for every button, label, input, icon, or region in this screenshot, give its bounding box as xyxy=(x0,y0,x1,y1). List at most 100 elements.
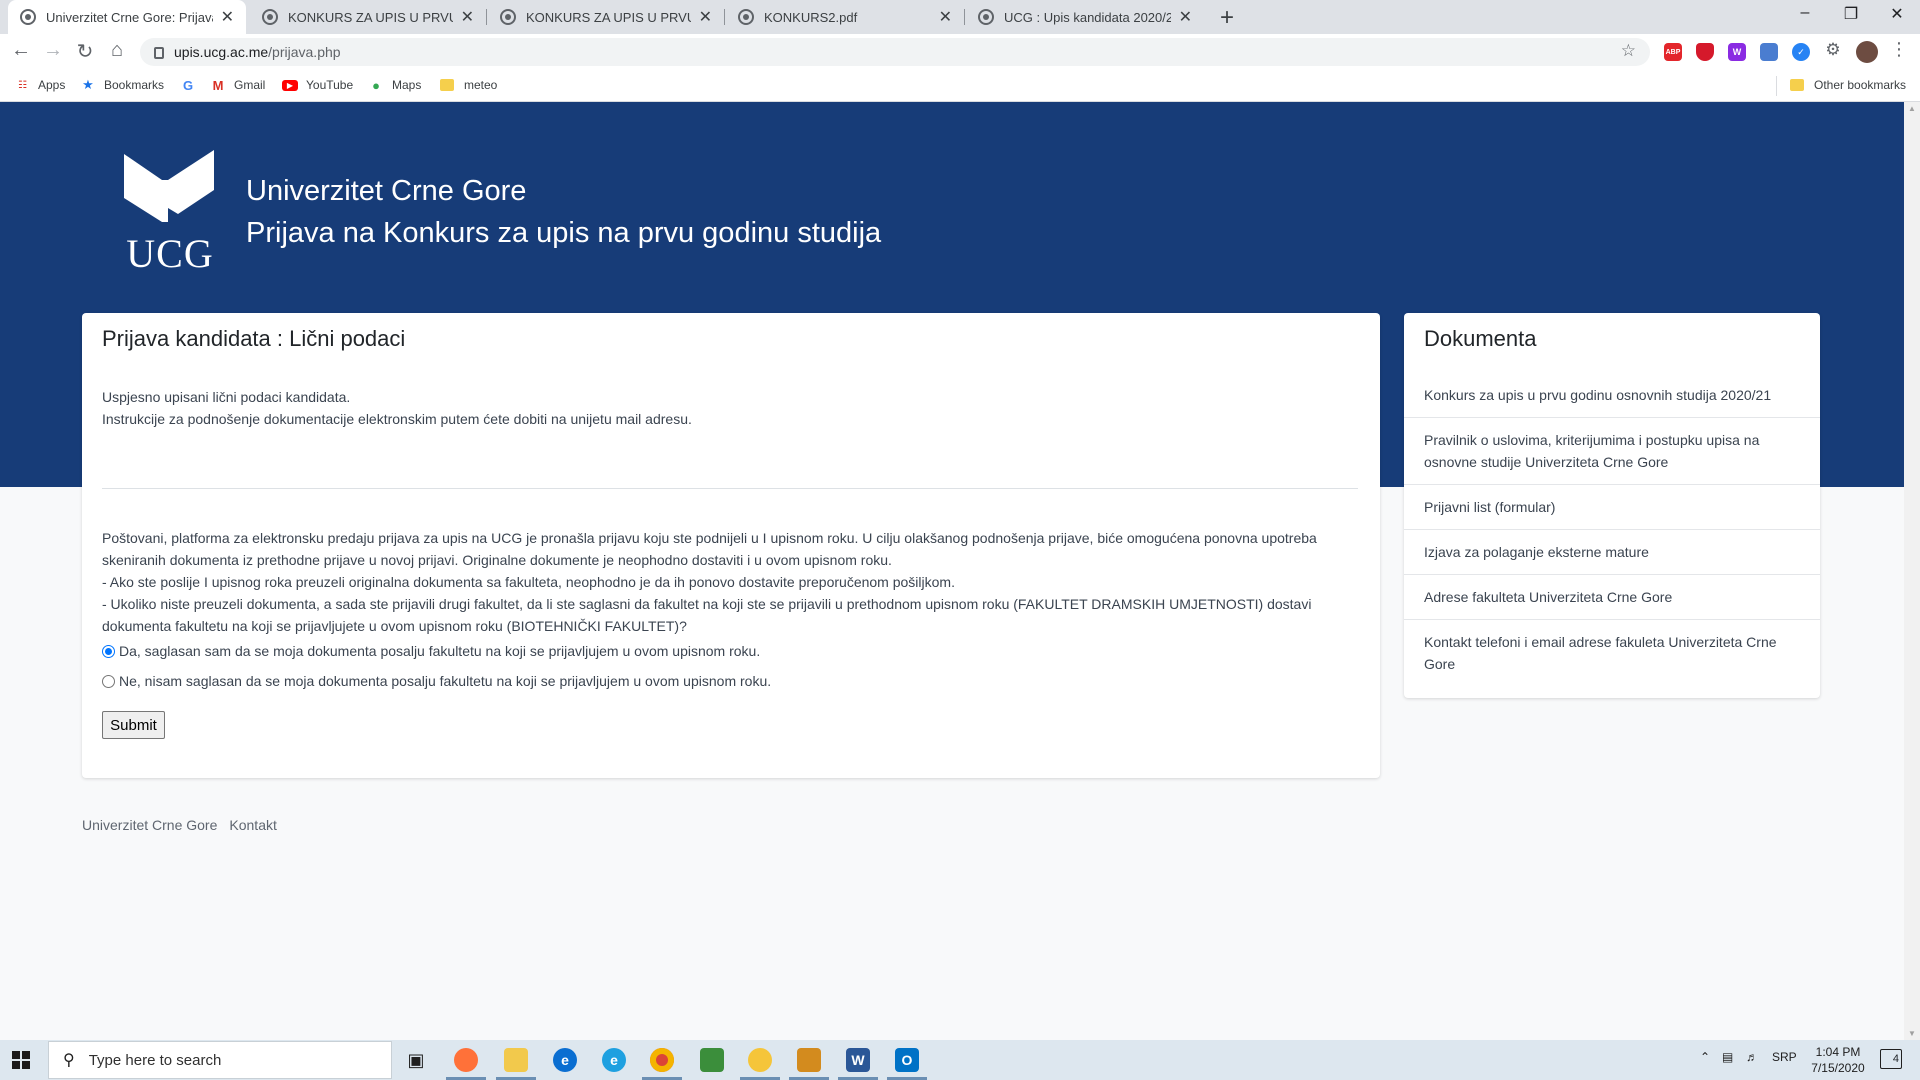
bookmark-maps[interactable]: ● Maps xyxy=(368,78,421,93)
taskbar-search[interactable]: ⚲ Type here to search xyxy=(48,1041,392,1079)
close-icon[interactable]: ✕ xyxy=(939,7,952,27)
tab-title: Univerzitet Crne Gore: Prijava na xyxy=(46,9,213,25)
notice-paragraph: - Ukoliko niste preuzeli dokumenta, a sa… xyxy=(102,596,1312,634)
consent-yes-label: Da, saglasan sam da se moja dokumenta po… xyxy=(119,643,761,659)
url-path: /prijava.php xyxy=(268,44,341,60)
extension-icon[interactable]: W xyxy=(1728,43,1746,61)
documents-list: Konkurs za upis u prvu godinu osnovnih s… xyxy=(1404,373,1820,686)
archive-app-icon[interactable] xyxy=(797,1048,821,1072)
tab-title: KONKURS2.pdf xyxy=(764,9,858,25)
success-message: Uspjesno upisani lični podaci kandidata.… xyxy=(102,386,692,430)
chevron-up-icon[interactable]: ⌃ xyxy=(1700,1050,1710,1064)
check-icon[interactable]: ✓ xyxy=(1792,43,1810,61)
tab[interactable]: KONKURS2.pdf ✕ xyxy=(726,0,964,34)
notice-paragraph: Poštovani, platforma za elektronsku pred… xyxy=(102,530,1317,568)
page-title: Univerzitet Crne Gore Prijava na Konkurs… xyxy=(246,170,881,254)
success-line-1: Uspjesno upisani lični podaci kandidata. xyxy=(102,389,351,405)
bookmark-apps[interactable]: ☷ Apps xyxy=(14,78,65,92)
tab[interactable]: KONKURS ZA UPIS U PRVU GOD ✕ xyxy=(488,0,724,34)
consent-no-radio[interactable] xyxy=(102,674,115,688)
consent-no-label: Ne, nisam saglasan da se moja dokumenta … xyxy=(119,673,772,689)
bookmark-google[interactable]: G xyxy=(180,77,204,93)
tab[interactable]: KONKURS ZA UPIS U PRVU GOD ✕ xyxy=(250,0,486,34)
folder-icon xyxy=(1790,79,1804,91)
bookmark-divider xyxy=(1776,76,1777,96)
document-link[interactable]: Adrese fakulteta Univerziteta Crne Gore xyxy=(1404,574,1820,619)
taskbar: ⚲ Type here to search ▣ e e W O ⌃ ▤ ♬ SR… xyxy=(0,1040,1920,1080)
document-link[interactable]: Konkurs za upis u prvu godinu osnovnih s… xyxy=(1404,373,1820,417)
bookmark-label: YouTube xyxy=(306,78,354,92)
firefox-icon[interactable] xyxy=(454,1048,478,1072)
youtube-icon: ▶ xyxy=(282,79,298,91)
consent-no-option[interactable]: Ne, nisam saglasan da se moja dokumenta … xyxy=(102,673,771,689)
address-bar[interactable]: upis.ucg.ac.me/prijava.php ☆ xyxy=(140,38,1650,66)
star-icon[interactable]: ☆ xyxy=(1621,41,1636,61)
maximize-button[interactable]: ❐ xyxy=(1828,4,1874,24)
bookmark-youtube[interactable]: ▶ YouTube xyxy=(282,78,353,92)
close-icon[interactable]: ✕ xyxy=(221,7,234,27)
avatar[interactable] xyxy=(1856,41,1878,63)
search-icon: ⚲ xyxy=(63,1052,75,1069)
task-view-icon[interactable]: ▣ xyxy=(404,1048,428,1072)
tab[interactable]: UCG : Upis kandidata 2020/2021 ✕ xyxy=(966,0,1204,34)
vertical-scrollbar[interactable]: ▲ ▼ xyxy=(1904,102,1920,1040)
submit-button[interactable]: Submit xyxy=(102,711,165,739)
bookmark-label: Gmail xyxy=(234,78,266,92)
close-icon[interactable]: ✕ xyxy=(1179,7,1192,27)
gmail-icon: M xyxy=(212,77,224,93)
internet-explorer-icon[interactable]: e xyxy=(602,1048,626,1072)
document-link[interactable]: Izjava za polaganje eksterne mature xyxy=(1404,529,1820,574)
translate-icon[interactable] xyxy=(1760,43,1778,61)
bookmark-gmail[interactable]: M Gmail xyxy=(210,77,266,93)
edge-icon[interactable]: e xyxy=(553,1048,577,1072)
extensions-puzzle-icon[interactable]: ⚙ xyxy=(1820,40,1846,60)
screen: Univerzitet Crne Gore: Prijava na ✕ KONK… xyxy=(0,0,1920,1080)
logo-text: UCG xyxy=(126,231,214,276)
other-bookmarks[interactable]: Other bookmarks xyxy=(1790,78,1906,92)
menu-icon[interactable]: ⋮ xyxy=(1890,39,1908,60)
document-link[interactable]: Kontakt telefoni i email adrese fakuleta… xyxy=(1404,619,1820,686)
browser-toolbar: ← → ↻ ⌂ upis.ucg.ac.me/prijava.php ☆ ABP… xyxy=(0,34,1920,70)
sticky-app-icon[interactable] xyxy=(748,1048,772,1072)
document-link[interactable]: Prijavni list (formular) xyxy=(1404,484,1820,529)
network-icon[interactable]: ▤ xyxy=(1722,1050,1733,1064)
language-indicator[interactable]: SRP xyxy=(1772,1050,1797,1064)
windows-start-icon[interactable] xyxy=(12,1051,30,1069)
word-icon[interactable]: W xyxy=(846,1048,870,1072)
bookmark-bookmarks[interactable]: ★ Bookmarks xyxy=(80,77,164,92)
clock[interactable]: 1:04 PM 7/15/2020 xyxy=(1798,1044,1878,1076)
google-icon: G xyxy=(182,77,194,93)
tab-active[interactable]: Univerzitet Crne Gore: Prijava na ✕ xyxy=(8,0,246,34)
speaker-muted-icon[interactable]: ♬ xyxy=(1746,1050,1758,1064)
chrome-icon[interactable] xyxy=(650,1048,674,1072)
bookmark-meteo[interactable]: meteo xyxy=(440,78,497,92)
document-link[interactable]: Pravilnik o uslovima, kriterijumima i po… xyxy=(1404,417,1820,484)
app-icon[interactable] xyxy=(700,1048,724,1072)
apps-grid-icon: ☷ xyxy=(18,79,27,91)
notification-icon[interactable]: 4 xyxy=(1880,1049,1902,1069)
adblock-icon[interactable]: ABP xyxy=(1664,43,1682,61)
notice-paragraph: - Ako ste poslije I upisnog roka preuzel… xyxy=(102,574,955,590)
outlook-icon[interactable]: O xyxy=(895,1048,919,1072)
home-button[interactable]: ⌂ xyxy=(104,39,130,62)
close-icon[interactable]: ✕ xyxy=(699,7,712,27)
new-tab-button[interactable]: + xyxy=(1214,4,1240,32)
back-button[interactable]: ← xyxy=(8,39,34,62)
reload-button[interactable]: ↻ xyxy=(72,39,98,64)
consent-yes-radio[interactable] xyxy=(102,644,115,658)
consent-yes-option[interactable]: Da, saglasan sam da se moja dokumenta po… xyxy=(102,643,760,659)
minimize-button[interactable]: – xyxy=(1782,4,1828,22)
forward-button[interactable]: → xyxy=(40,39,66,62)
shield-icon[interactable] xyxy=(1696,43,1714,61)
search-placeholder: Type here to search xyxy=(88,1051,222,1069)
file-explorer-icon[interactable] xyxy=(504,1048,528,1072)
close-icon[interactable]: ✕ xyxy=(461,7,474,27)
lock-icon xyxy=(154,47,164,59)
footer-link-university[interactable]: Univerzitet Crne Gore xyxy=(82,817,217,833)
clock-date: 7/15/2020 xyxy=(1811,1061,1865,1075)
scroll-down-icon[interactable]: ▼ xyxy=(1908,1029,1916,1038)
footer-link-contact[interactable]: Kontakt xyxy=(229,817,276,833)
close-window-button[interactable]: ✕ xyxy=(1874,4,1920,24)
scroll-up-icon[interactable]: ▲ xyxy=(1908,104,1916,113)
url-host: upis.ucg.ac.me xyxy=(174,44,269,60)
